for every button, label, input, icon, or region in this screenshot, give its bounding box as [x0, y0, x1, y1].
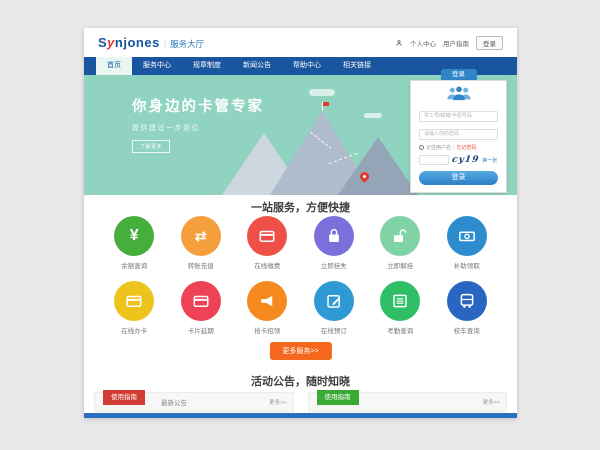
red-flag — [323, 102, 329, 106]
users-group-icon — [419, 86, 498, 101]
service-item-label: 转账充值 — [188, 260, 214, 270]
remember-checkbox[interactable] — [419, 145, 424, 150]
service-item-label: 补助领取 — [454, 260, 480, 270]
service-item[interactable]: 补助领取 — [434, 216, 501, 270]
banner-text-block: 你身边的卡管专家 提供建设一步到位 了解更多 — [132, 95, 264, 153]
bus-icon — [447, 281, 487, 321]
service-item-label: 考勤查询 — [387, 325, 413, 335]
service-item[interactable]: 拾卡招领 — [234, 281, 301, 335]
service-item[interactable]: 校车查询 — [434, 281, 501, 335]
card-icon — [181, 281, 221, 321]
service-item-label: 校车查询 — [454, 325, 480, 335]
service-item-label: 拾卡招领 — [254, 325, 280, 335]
service-item-label: 在线预订 — [321, 325, 347, 335]
service-item[interactable]: 立即解挂 — [367, 216, 434, 270]
service-item[interactable]: ¥ 余额查询 — [101, 216, 168, 270]
remember-label: 记住用户名 — [426, 144, 451, 151]
more-link[interactable]: 更多>> — [483, 398, 500, 406]
browser-page: Synjones | 服务大厅 个人中心 用户指南 登录 首页服务中心规章制度新… — [84, 28, 517, 418]
service-item-label: 在线缴费 — [254, 260, 280, 270]
ribbon-tab-guide-2[interactable]: 使用指南 — [317, 390, 359, 405]
yen-icon: ¥ — [114, 216, 154, 256]
edit-icon — [314, 281, 354, 321]
service-item-label: 立即解挂 — [387, 260, 413, 270]
announcement-panels: 使用指南 最新公告 更多>> 使用指南 更多>> — [94, 392, 507, 412]
banknote-icon — [447, 216, 487, 256]
forgot-password-link[interactable]: 忘记密码 — [456, 144, 476, 151]
header-actions: 个人中心 用户指南 登录 — [395, 36, 503, 50]
guide-panel-2: 使用指南 更多>> — [308, 392, 508, 412]
header-login-button[interactable]: 登录 — [476, 36, 503, 50]
banner-subtitle: 提供建设一步到位 — [132, 123, 264, 133]
nav-item[interactable]: 规章制度 — [182, 57, 232, 75]
site-subtitle: 服务大厅 — [170, 38, 204, 50]
service-item[interactable]: 在线预订 — [301, 281, 368, 335]
card-icon — [247, 216, 287, 256]
more-link[interactable]: 更多>> — [269, 398, 286, 406]
guide-panel: 使用指南 最新公告 更多>> — [94, 392, 294, 412]
login-tab[interactable]: 登录 — [441, 69, 477, 80]
service-item[interactable]: 在线办卡 — [101, 281, 168, 335]
service-item[interactable]: ⇄ 转账充值 — [168, 216, 235, 270]
desktop-background: Synjones | 服务大厅 个人中心 用户指南 登录 首页服务中心规章制度新… — [0, 0, 600, 450]
card-icon — [114, 281, 154, 321]
footer-strip — [84, 413, 517, 418]
service-item-label: 卡片延期 — [188, 325, 214, 335]
transfer-icon: ⇄ — [181, 216, 221, 256]
tab-latest-news[interactable]: 最新公告 — [161, 397, 187, 407]
hero-banner: 你身边的卡管专家 提供建设一步到位 了解更多 登录 — [84, 75, 517, 195]
banner-cta-button[interactable]: 了解更多 — [132, 140, 170, 153]
services-grid: ¥ 余额查询 ⇄ 转账充值 在线缴费 立即挂失 立即解挂 补助领取在线办卡 卡片延期 拾卡招领 在线… — [101, 216, 500, 335]
unlock-icon — [380, 216, 420, 256]
more-services-button[interactable]: 更多服务>> — [269, 342, 331, 360]
service-item-label: 立即挂失 — [321, 260, 347, 270]
nav-item[interactable]: 相关链接 — [332, 57, 382, 75]
service-item[interactable]: 立即挂失 — [301, 216, 368, 270]
service-item[interactable]: 卡片延期 — [168, 281, 235, 335]
nav-item[interactable]: 帮助中心 — [282, 57, 332, 75]
banner-title: 你身边的卡管专家 — [132, 95, 264, 116]
password-input[interactable] — [419, 129, 498, 140]
user-icon — [395, 39, 403, 47]
login-card: 记住用户名 | 忘记密码 cy19 换一张 登录 — [410, 80, 507, 193]
login-submit-button[interactable]: 登录 — [419, 171, 498, 185]
captcha-input[interactable] — [419, 155, 449, 165]
header-link-user-guide[interactable]: 用户指南 — [443, 38, 469, 48]
cloud-shape — [309, 89, 335, 96]
service-item[interactable]: 在线缴费 — [234, 216, 301, 270]
header-link-personal-center[interactable]: 个人中心 — [410, 38, 436, 48]
captcha-image[interactable]: cy19 — [451, 155, 480, 165]
ribbon-tab-guide[interactable]: 使用指南 — [103, 390, 145, 405]
panel-header: 使用指南 更多>> — [308, 392, 508, 412]
nav-item[interactable]: 新闻公告 — [232, 57, 282, 75]
logo-divider: | — [164, 39, 166, 49]
brand-text: Synjones — [98, 35, 160, 50]
list-icon — [380, 281, 420, 321]
login-panel: 登录 记住用户名 | 忘记密码 — [410, 69, 507, 193]
captcha-refresh-link[interactable]: 换一张 — [482, 157, 497, 164]
site-header: Synjones | 服务大厅 个人中心 用户指南 登录 — [84, 28, 517, 57]
lock-icon — [314, 216, 354, 256]
nav-item[interactable]: 服务中心 — [132, 57, 182, 75]
site-logo[interactable]: Synjones | 服务大厅 — [98, 35, 204, 50]
megaphone-icon — [247, 281, 287, 321]
panel-header: 使用指南 最新公告 更多>> — [94, 392, 294, 412]
nav-item[interactable]: 首页 — [96, 57, 132, 75]
separator: | — [453, 145, 454, 151]
service-item[interactable]: 考勤查询 — [367, 281, 434, 335]
announcements-section-title: 活动公告，随时知晓 — [84, 373, 517, 389]
service-item-label: 余额查询 — [121, 260, 147, 270]
username-input[interactable] — [419, 111, 498, 122]
service-item-label: 在线办卡 — [121, 325, 147, 335]
services-section-title: 一站服务，方便快捷 — [84, 199, 517, 215]
